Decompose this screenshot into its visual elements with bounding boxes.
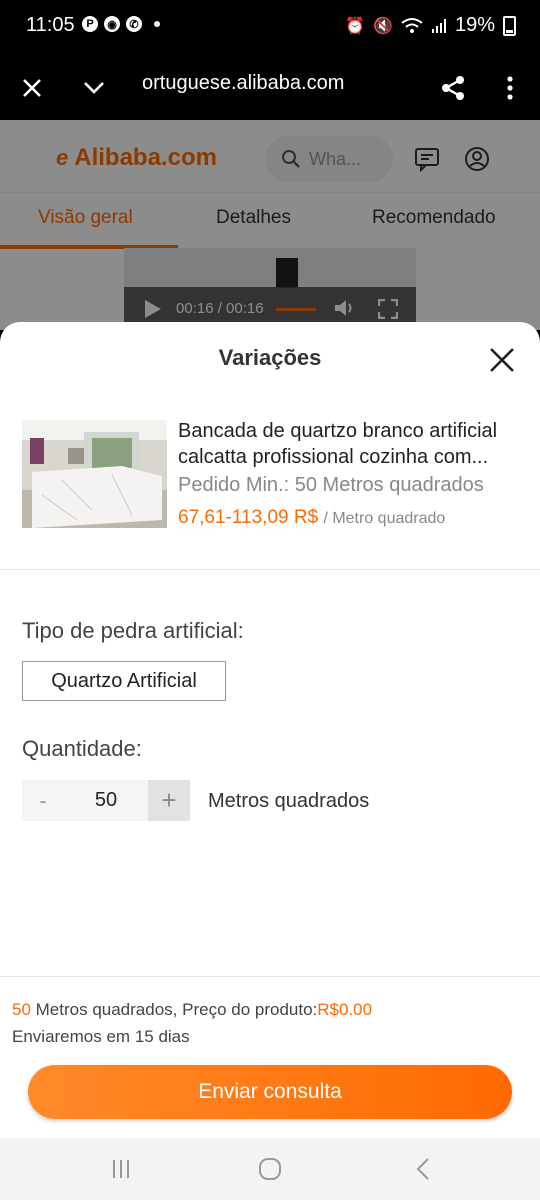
close-icon xyxy=(23,79,41,97)
variations-sheet: Variações Bancada de quartzo branco arti… xyxy=(0,322,540,1138)
product-title[interactable]: Bancada de quartzo branco artificial cal… xyxy=(178,418,523,470)
summary-price: R$0.00 xyxy=(317,1000,373,1019)
stone-type-label: Tipo de pedra artificial: xyxy=(22,618,244,643)
system-nav-bar xyxy=(0,1138,540,1200)
stone-type-option[interactable]: Quartzo Artificial xyxy=(22,661,226,701)
product-title-line1: Bancada de quartzo branco artificial xyxy=(178,420,498,442)
quantity-label: Quantidade: xyxy=(22,736,142,761)
price-range: 67,61-113,09 R$ xyxy=(178,507,319,528)
back-icon[interactable] xyxy=(410,1156,436,1182)
footer-divider xyxy=(0,976,540,977)
minimize-button[interactable] xyxy=(74,68,114,108)
url-text[interactable]: ortuguese.alibaba.com xyxy=(142,72,344,95)
battery-level: 19% xyxy=(454,14,495,36)
chevron-down-icon xyxy=(84,82,104,94)
alarm-icon: ⏰ xyxy=(345,17,366,35)
summary-text: Metros quadrados, Preço do produto: xyxy=(30,1000,318,1019)
browser-toolbar: ortuguese.alibaba.com xyxy=(0,56,540,120)
summary-count: 50 xyxy=(12,1000,31,1019)
status-time: 11:05 xyxy=(26,14,75,36)
order-summary: 50 Metros quadrados, Preço do produto:R$… xyxy=(12,1000,372,1020)
notification-icons: P ◉ ✆ xyxy=(82,16,160,32)
decrease-quantity-button[interactable]: - xyxy=(22,780,64,821)
divider xyxy=(0,569,540,570)
wifi-icon xyxy=(401,17,423,33)
more-notifications-dot-icon xyxy=(154,21,160,27)
product-price: 67,61-113,09 R$ / Metro quadrado xyxy=(178,507,445,529)
media-notification-icon: ◉ xyxy=(104,16,120,32)
quantity-unit: Metros quadrados xyxy=(208,790,370,812)
product-title-line2: calcatta profissional cozinha com... xyxy=(178,446,489,468)
status-bar: 11:05 P ◉ ✆ ⏰ 🔇 19% xyxy=(0,0,540,56)
close-tab-button[interactable] xyxy=(12,68,52,108)
more-vertical-icon xyxy=(507,76,513,100)
min-order: Pedido Min.: 50 Metros quadrados xyxy=(178,474,484,496)
mute-icon: 🔇 xyxy=(373,17,393,35)
modal-backdrop[interactable] xyxy=(0,120,540,330)
price-unit: / Metro quadrado xyxy=(323,510,446,527)
quantity-input[interactable]: 50 xyxy=(64,780,148,821)
home-icon[interactable] xyxy=(257,1156,283,1182)
p-notification-icon: P xyxy=(82,16,98,32)
send-inquiry-button[interactable]: Enviar consulta xyxy=(28,1065,512,1119)
sheet-title: Variações xyxy=(218,345,322,370)
whatsapp-icon: ✆ xyxy=(126,16,142,32)
more-options-button[interactable] xyxy=(490,68,530,108)
share-button[interactable] xyxy=(433,68,473,108)
share-icon xyxy=(442,76,464,100)
recent-apps-icon[interactable] xyxy=(108,1156,134,1182)
status-right: ⏰ 🔇 19% xyxy=(345,14,516,37)
battery-icon xyxy=(503,15,516,36)
signal-icon xyxy=(431,18,446,33)
increase-quantity-button[interactable]: + xyxy=(148,780,190,821)
quantity-stepper: - 50 + xyxy=(22,780,190,821)
shipping-info: Enviaremos em 15 dias xyxy=(12,1027,190,1046)
product-thumbnail xyxy=(22,420,167,528)
close-sheet-icon[interactable] xyxy=(486,344,518,376)
